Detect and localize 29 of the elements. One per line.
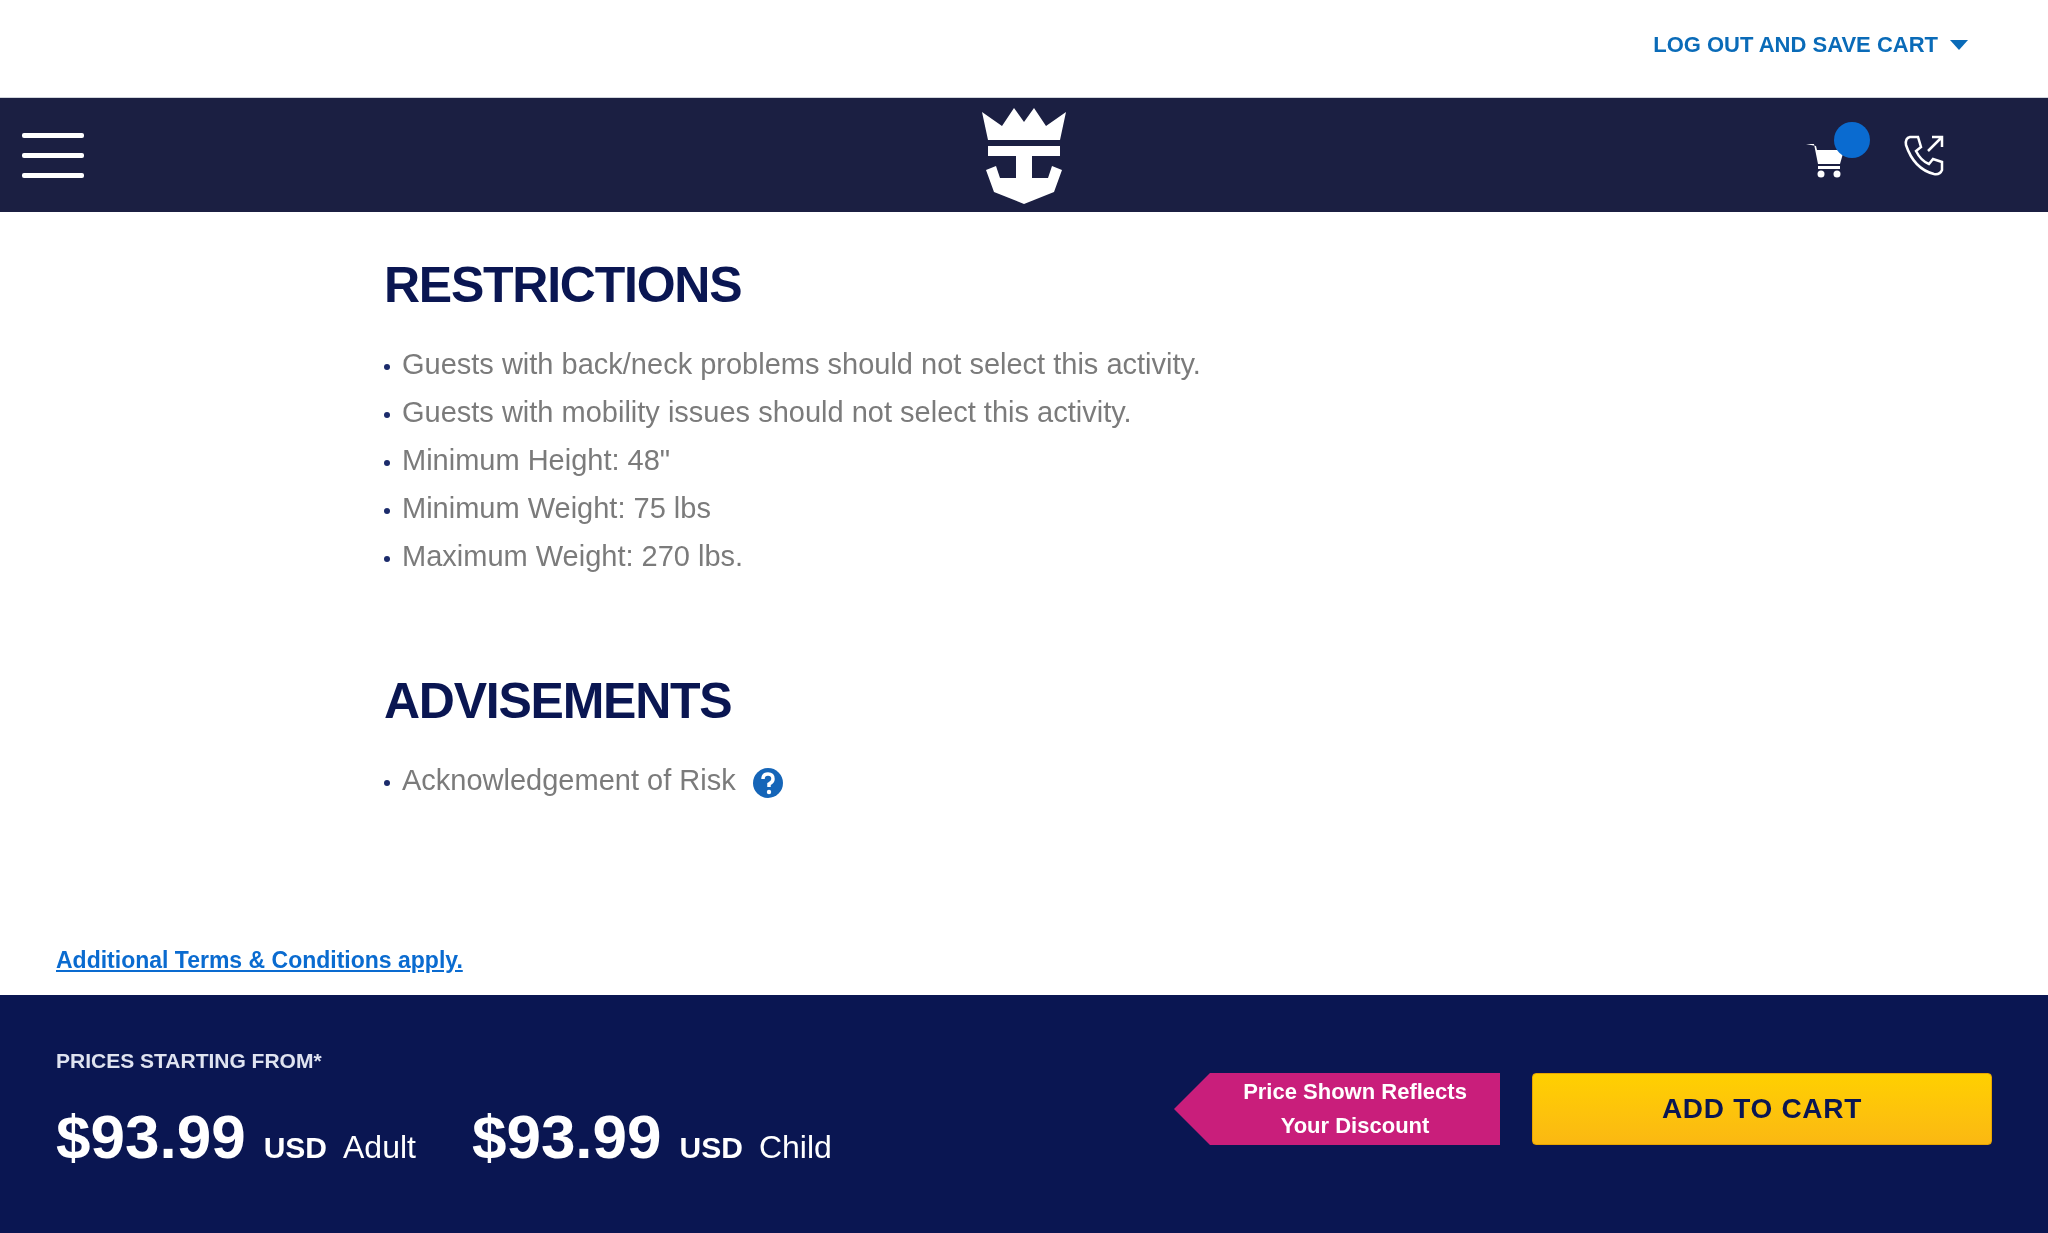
- guest-type-label: Child: [758, 1128, 832, 1168]
- account-menu-link[interactable]: LOG OUT AND SAVE CART: [1653, 28, 1968, 61]
- bullet-icon: [384, 364, 390, 370]
- phone-icon[interactable]: [1902, 133, 1946, 177]
- list-text: Acknowledgement of Risk: [402, 763, 736, 799]
- bullet-icon: [384, 508, 390, 514]
- price-amount: $93.99: [56, 1101, 246, 1174]
- currency-label: USD: [263, 1130, 327, 1167]
- bullet-icon: [384, 412, 390, 418]
- discount-ribbon: Price Shown Reflects Your Discount: [1174, 1073, 1500, 1145]
- list-text: Guests with mobility issues should not select this activity.: [402, 395, 1132, 431]
- currency-label: USD: [679, 1130, 743, 1167]
- list-text: Maximum Weight: 270 lbs.: [402, 539, 744, 575]
- prices-label: PRICES STARTING FROM*: [56, 1047, 323, 1074]
- list-text: Guests with back/neck problems should not select this activity.: [402, 347, 1201, 383]
- help-icon[interactable]: [751, 767, 784, 799]
- menu-icon[interactable]: [22, 131, 84, 179]
- bullet-icon: [384, 460, 390, 466]
- bullet-icon: [384, 556, 390, 562]
- list-text: Minimum Weight: 75 lbs: [402, 491, 711, 527]
- bullet-icon: [384, 780, 390, 786]
- section-heading: ADVISEMENTS: [384, 676, 733, 726]
- terms-link[interactable]: Additional Terms & Conditions apply.: [56, 943, 463, 978]
- list-text: Minimum Height: 48": [402, 443, 671, 479]
- add-to-cart-button[interactable]: ADD TO CART: [1532, 1073, 1992, 1145]
- caret-icon: [1950, 39, 1968, 50]
- guest-type-label: Adult: [343, 1128, 416, 1168]
- section-heading: RESTRICTIONS: [384, 260, 743, 310]
- price-amount: $93.99: [471, 1101, 662, 1174]
